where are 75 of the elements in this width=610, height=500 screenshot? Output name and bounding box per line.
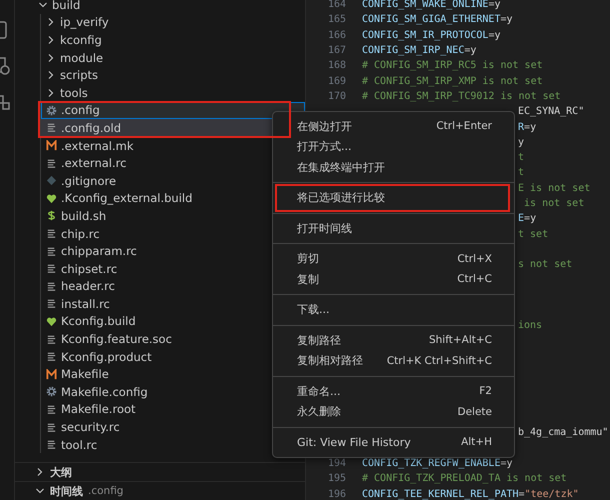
chevron-icon[interactable] bbox=[46, 88, 56, 98]
diamond-icon bbox=[46, 175, 57, 186]
code-line: CONFIG_SM_IR_PROTOCOL=y bbox=[362, 30, 500, 41]
chevron-icon[interactable] bbox=[38, 0, 48, 10]
gear-icon bbox=[46, 386, 57, 398]
lines-icon bbox=[46, 404, 57, 415]
line-number: 168 bbox=[326, 60, 346, 72]
m-letter-icon bbox=[46, 368, 57, 380]
line-number: 194 bbox=[326, 458, 346, 470]
lines-icon bbox=[46, 263, 57, 274]
code-line: t bbox=[518, 167, 524, 178]
line-number: 196 bbox=[326, 488, 346, 500]
code-line: b_4g_cma_iommu" bbox=[518, 427, 608, 438]
heart-icon bbox=[46, 192, 57, 204]
chevron-icon[interactable] bbox=[46, 70, 56, 80]
lines-icon bbox=[46, 351, 57, 362]
menu-item[interactable]: 重命名... F2 bbox=[273, 381, 514, 402]
code-line: CONFIG_TEE_KERNEL_REL_PATH="tee/tzk" bbox=[362, 488, 579, 500]
code-line: # CONFIG_SM_IRP_TC9012 is not set bbox=[362, 90, 561, 102]
chevron-icon[interactable] bbox=[46, 34, 56, 45]
code-line: ions bbox=[518, 320, 542, 332]
line-number: 166 bbox=[326, 30, 346, 41]
lines-icon bbox=[46, 158, 57, 169]
code-line: CONFIG_TZK_REGFW_ENABLE=y bbox=[362, 458, 513, 470]
menu-item[interactable]: 打开时间线 bbox=[273, 218, 514, 238]
line-number: 170 bbox=[326, 90, 346, 102]
code-line: # CONFIG_SM_IRP_XMP is not set bbox=[362, 76, 543, 87]
menu-item[interactable]: 下载... bbox=[273, 300, 514, 320]
code-line: CONFIG_SM_IRP_NEC=y bbox=[362, 45, 476, 56]
line-number: 167 bbox=[326, 45, 346, 56]
menu-item[interactable]: 复制 Ctrl+C bbox=[273, 269, 514, 290]
code-line: E=y bbox=[518, 213, 536, 224]
menu-item[interactable]: 打开方式... bbox=[273, 136, 514, 157]
panel-header[interactable]: 大纲 bbox=[15, 462, 305, 481]
line-number: 195 bbox=[326, 473, 346, 484]
dollar-icon bbox=[46, 210, 57, 222]
code-line: s not set bbox=[518, 259, 572, 270]
menu-item[interactable]: 剪切 Ctrl+X bbox=[273, 248, 514, 269]
code-line: EC_SYNA_RC" bbox=[518, 106, 584, 118]
tree-item[interactable]: kconfig bbox=[41, 31, 305, 49]
lines-icon bbox=[46, 334, 57, 345]
chevron-icon[interactable] bbox=[46, 52, 56, 63]
tree-item[interactable]: ip_verify bbox=[41, 14, 305, 32]
tree-item[interactable]: module bbox=[41, 48, 305, 66]
menu-item[interactable]: 将已选项进行比较 bbox=[273, 188, 514, 208]
m-letter-icon bbox=[46, 140, 57, 152]
lines-icon bbox=[46, 298, 57, 310]
line-number: 164 bbox=[326, 0, 346, 10]
code-line: y bbox=[518, 136, 524, 148]
code-line: CONFIG_SM_WAKE_ONLINE=y bbox=[362, 0, 500, 10]
code-line: CONFIG_SM_GIGA_ETHERNET=y bbox=[362, 14, 513, 26]
code-line: # CONFIG_TZK_PRELOAD_TA is not set bbox=[362, 473, 567, 484]
window-icon[interactable] bbox=[0, 20, 10, 40]
tree-item[interactable]: tools bbox=[41, 84, 305, 102]
panel-header[interactable]: 时间线 .config bbox=[15, 481, 305, 500]
lines-icon bbox=[46, 422, 57, 433]
code-line: R=y bbox=[518, 122, 536, 133]
tree-item[interactable]: scripts bbox=[41, 66, 305, 84]
lines-icon bbox=[46, 246, 57, 257]
code-line: E is not set bbox=[518, 182, 590, 194]
menu-item[interactable]: 复制路径 Shift+Alt+C bbox=[273, 330, 514, 350]
line-number: 169 bbox=[326, 76, 346, 87]
lines-icon bbox=[46, 280, 57, 292]
code-line: t set bbox=[518, 228, 548, 240]
lines-icon bbox=[46, 439, 57, 450]
line-number: 165 bbox=[326, 14, 346, 26]
heart-icon bbox=[46, 316, 57, 327]
tree-item[interactable]: build bbox=[15, 0, 305, 14]
gear-icon bbox=[46, 104, 57, 116]
lines-icon bbox=[46, 228, 57, 240]
chevron-icon[interactable] bbox=[46, 17, 56, 28]
lines-icon bbox=[46, 122, 57, 134]
code-line: t bbox=[518, 152, 524, 164]
code-line: is not set bbox=[523, 198, 584, 209]
code-line: # CONFIG_SM_IRP_RC5 is not set bbox=[362, 60, 543, 72]
